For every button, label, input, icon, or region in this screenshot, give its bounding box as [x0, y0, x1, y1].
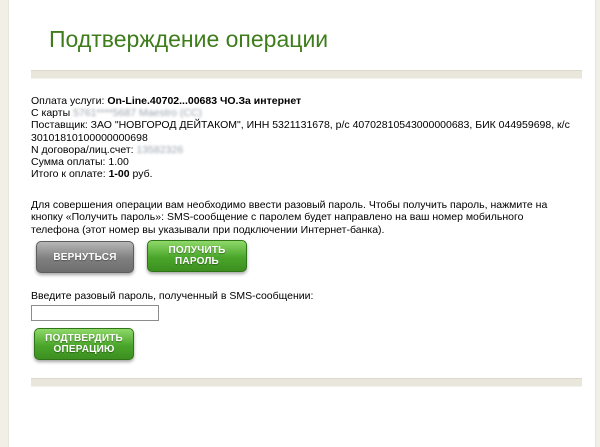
contract-label: N договора/лиц.счет: — [31, 143, 134, 156]
top-divider — [31, 70, 582, 79]
total-label: Итого к оплате: — [31, 168, 106, 181]
confirm-operation-button[interactable]: ПОДТВЕРДИТЬ ОПЕРАЦИЮ — [34, 328, 134, 360]
service-label: Оплата услуги: — [31, 95, 105, 107]
get-password-label-2: ПАРОЛЬ — [175, 256, 219, 267]
main-panel: Подтверждение операции Оплата услуги: On… — [8, 0, 596, 447]
get-password-label-1: ПОЛУЧИТЬ — [168, 245, 226, 256]
supplier-line-2: 30101810100000000698 — [31, 131, 148, 144]
total-value: 1-00 — [108, 168, 130, 181]
get-password-button[interactable]: ПОЛУЧИТЬ ПАРОЛЬ — [147, 240, 247, 272]
card-label: С карты — [31, 107, 71, 120]
card-row: С карты 5761****5687 Maestro (СС) — [31, 107, 570, 119]
supplier-line-1: Поставщик: ЗАО "НОВГОРОД ДЕЙТАКОМ", ИНН … — [31, 119, 570, 132]
contract-row: N договора/лиц.счет: 13582326 — [31, 144, 570, 156]
service-row: Оплата услуги: On-Line.40702...00683 ЧО.… — [31, 95, 570, 107]
password-label: Введите разовый пароль, полученный в SMS… — [31, 290, 314, 302]
password-input[interactable] — [31, 305, 159, 321]
payment-details: Оплата услуги: On-Line.40702...00683 ЧО.… — [31, 95, 570, 180]
back-button[interactable]: ВЕРНУТЬСЯ — [36, 241, 134, 273]
sms-notice: Для совершения операции вам необходимо в… — [31, 199, 548, 236]
confirm-label-2: ОПЕРАЦИЮ — [53, 344, 115, 355]
total-currency: руб. — [132, 168, 153, 181]
back-button-label: ВЕРНУТЬСЯ — [53, 251, 117, 263]
total-row: Итого к оплате: 1-00 руб. — [31, 168, 570, 180]
amount-row: Сумма оплаты: 1.00 — [31, 156, 129, 169]
confirm-label-1: ПОДТВЕРДИТЬ — [45, 333, 123, 344]
card-number: 5761****5687 Maestro (СС) — [73, 107, 203, 120]
contract-number: 13582326 — [136, 143, 184, 156]
service-value: On-Line.40702...00683 ЧО.За интернет — [107, 95, 302, 107]
page-title: Подтверждение операции — [49, 26, 329, 52]
bottom-divider — [31, 378, 582, 387]
